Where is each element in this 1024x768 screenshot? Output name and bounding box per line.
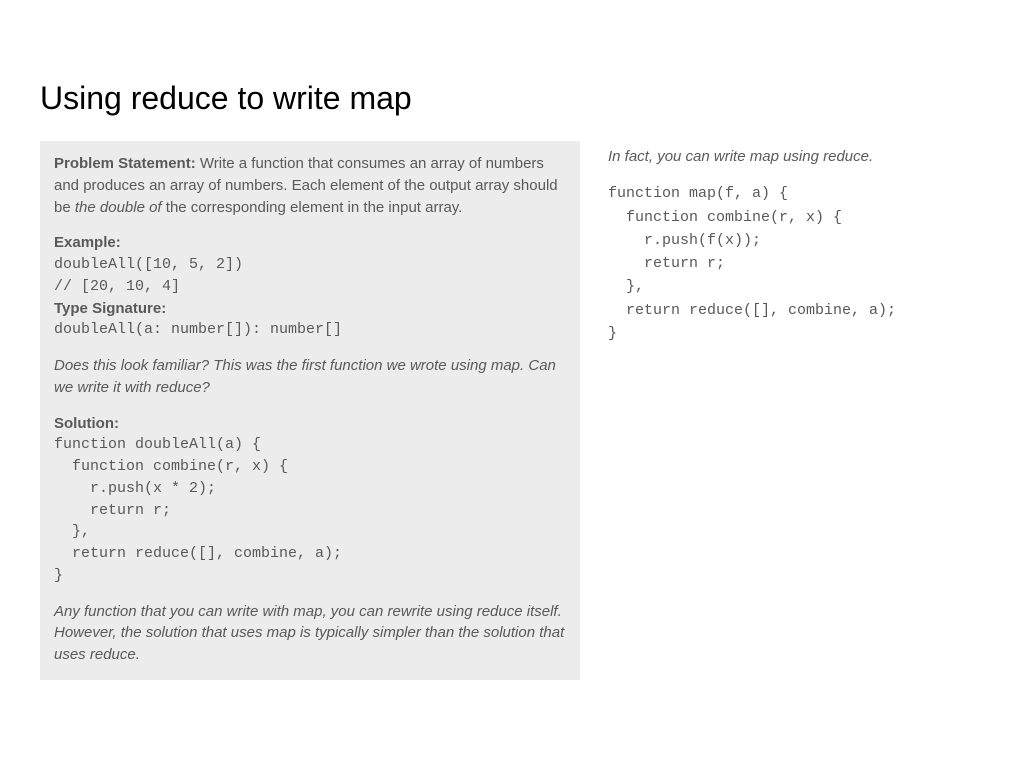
example-block: Example: doubleAll([10, 5, 2]) // [20, 1… (54, 232, 566, 341)
right-code: function map(f, a) { function combine(r,… (608, 182, 984, 345)
example-label: Example: (54, 232, 566, 254)
content-columns: Problem Statement: Write a function that… (40, 141, 984, 680)
right-intro: In fact, you can write map using reduce. (608, 145, 984, 168)
solution-block: Solution: function doubleAll(a) { functi… (54, 413, 566, 587)
familiar-note: Does this look familiar? This was the fi… (54, 355, 566, 399)
left-panel: Problem Statement: Write a function that… (40, 141, 580, 680)
slide-title: Using reduce to write map (40, 80, 984, 117)
problem-statement: Problem Statement: Write a function that… (54, 153, 566, 218)
right-panel: In fact, you can write map using reduce.… (608, 141, 984, 680)
ps-text-2: the corresponding element in the input a… (166, 199, 463, 216)
footer-note: Any function that you can write with map… (54, 601, 566, 666)
typesig-code: doubleAll(a: number[]): number[] (54, 319, 566, 341)
typesig-label: Type Signature: (54, 298, 566, 320)
ps-label: Problem Statement: (54, 155, 200, 172)
example-code: doubleAll([10, 5, 2]) // [20, 10, 4] (54, 254, 566, 298)
ps-italic: the double of (75, 199, 166, 216)
solution-code: function doubleAll(a) { function combine… (54, 434, 566, 586)
solution-label: Solution: (54, 413, 566, 435)
